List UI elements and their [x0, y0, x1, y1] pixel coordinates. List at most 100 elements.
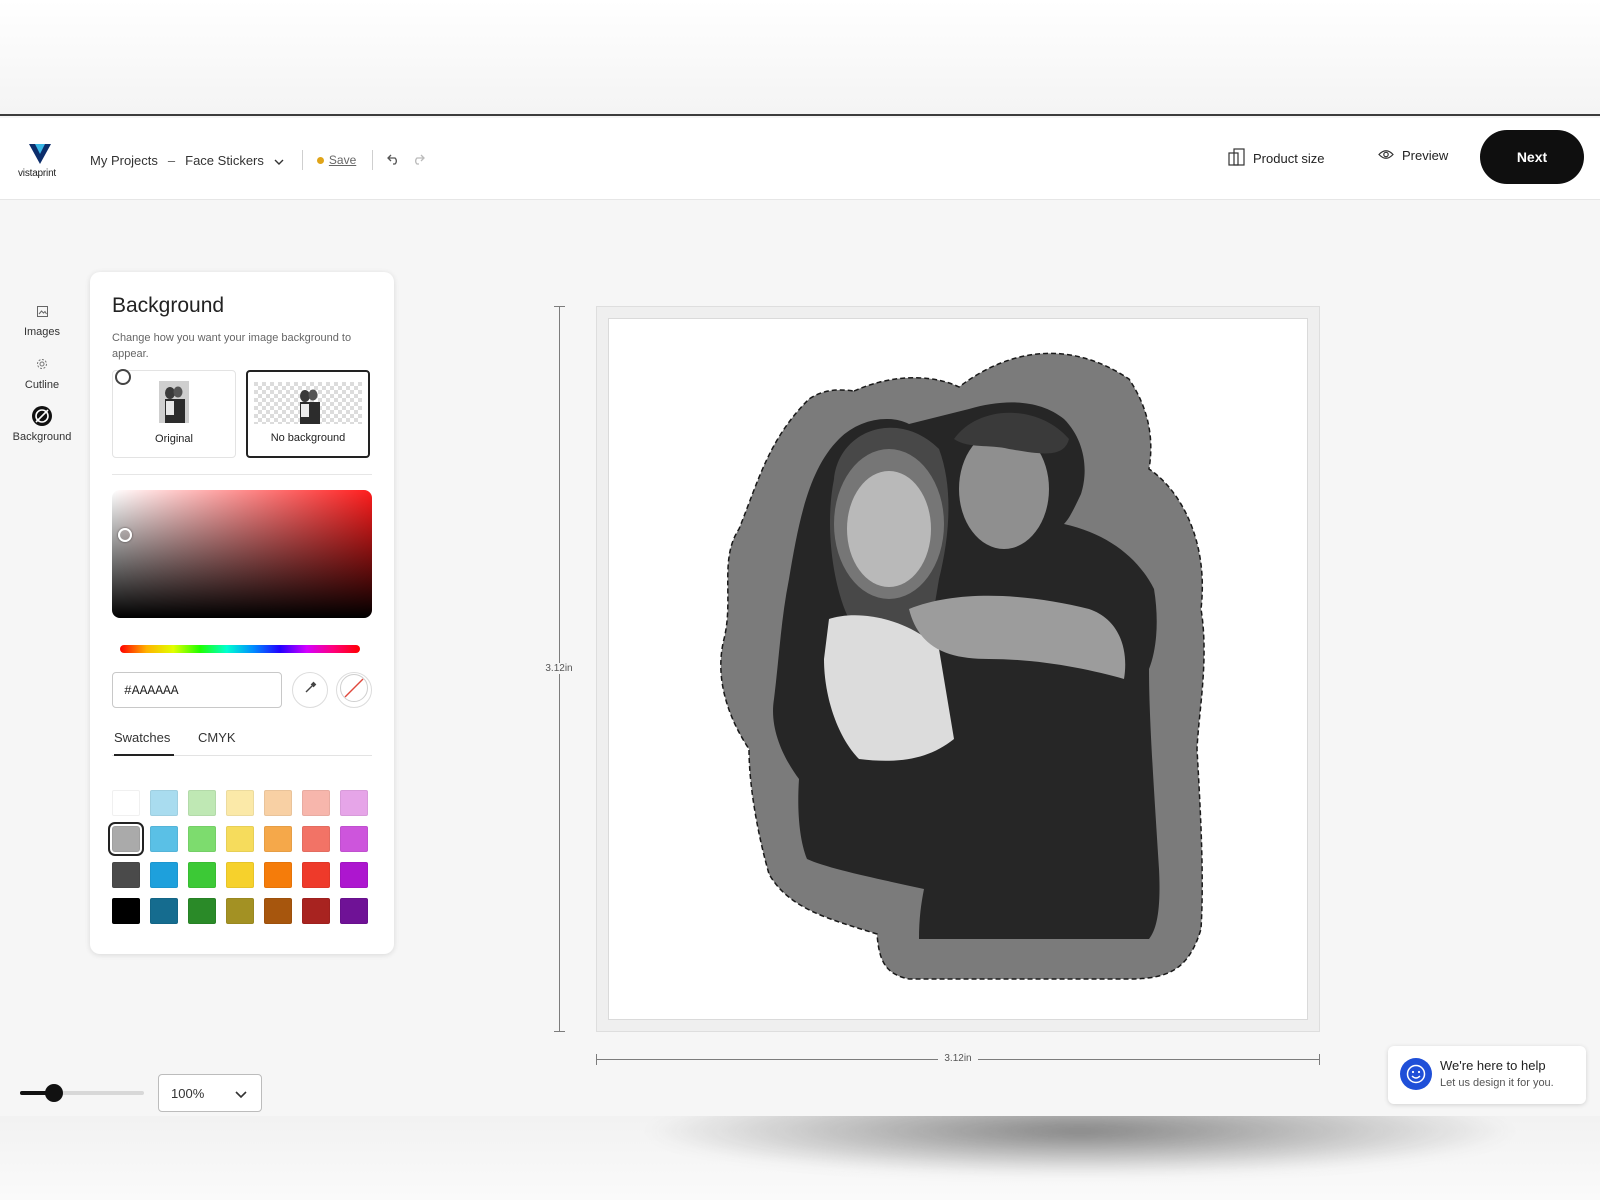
color-swatch[interactable]: [302, 826, 330, 852]
color-swatch[interactable]: [340, 862, 368, 888]
preview-label: Preview: [1402, 148, 1449, 163]
color-swatch[interactable]: [188, 898, 216, 924]
original-background-option[interactable]: Original: [112, 370, 236, 458]
hex-color-input[interactable]: [112, 672, 282, 708]
color-swatch[interactable]: [340, 790, 368, 816]
product-size-button[interactable]: Product size: [1228, 148, 1325, 169]
zoom-level-value: 100%: [171, 1085, 205, 1101]
no-background-option[interactable]: No background: [246, 370, 370, 458]
color-swatch[interactable]: [112, 790, 140, 816]
panel-divider: [112, 474, 372, 475]
no-color-button[interactable]: [336, 672, 372, 708]
breadcrumb-separator: –: [167, 152, 176, 168]
saturation-handle[interactable]: [118, 528, 132, 542]
rail-item-background[interactable]: Background: [6, 405, 78, 443]
color-swatch[interactable]: [150, 862, 178, 888]
color-swatch[interactable]: [264, 898, 292, 924]
background-icon: [6, 405, 78, 427]
color-swatch[interactable]: [108, 822, 144, 856]
no-background-option-label: No background: [270, 432, 346, 444]
sticker-image[interactable]: [609, 319, 1309, 1021]
image-icon: [6, 300, 78, 322]
tab-swatches[interactable]: Swatches: [114, 730, 174, 756]
dimension-cap: [554, 306, 565, 307]
no-background-thumbnail: [254, 382, 362, 424]
color-swatch[interactable]: [226, 790, 254, 816]
bottom-area: [0, 1116, 1600, 1200]
my-projects-link[interactable]: My Projects: [90, 153, 158, 168]
eyedropper-button[interactable]: [292, 672, 328, 708]
undo-icon[interactable]: [387, 152, 400, 168]
color-swatch[interactable]: [340, 898, 368, 924]
logo-text: vistaprint: [18, 168, 57, 179]
color-swatch[interactable]: [112, 862, 140, 888]
rail-item-label: Background: [12, 431, 72, 443]
width-dimension-label: 3.12in: [938, 1053, 978, 1064]
help-subtitle: Let us design it for you.: [1440, 1077, 1554, 1089]
color-swatch[interactable]: [302, 898, 330, 924]
top-header: vistaprint My Projects – Face Stickers S…: [0, 118, 1600, 200]
eyedropper-icon: [304, 681, 317, 699]
rail-item-cutline[interactable]: Cutline: [6, 353, 78, 391]
color-swatch[interactable]: [264, 862, 292, 888]
zoom-level-select[interactable]: 100%: [158, 1074, 262, 1112]
rail-item-label: Cutline: [24, 379, 60, 391]
header-divider: [301, 150, 303, 170]
unsaved-indicator: [316, 156, 324, 164]
zoom-slider-handle[interactable]: [45, 1084, 63, 1102]
color-swatch[interactable]: [302, 790, 330, 816]
cutline-icon: [6, 353, 78, 375]
color-mode-tabs: Swatches CMYK: [112, 730, 372, 756]
color-swatch[interactable]: [264, 826, 292, 852]
breadcrumb: My Projects – Face Stickers Save: [90, 150, 426, 170]
help-title: We're here to help: [1440, 1058, 1546, 1073]
color-swatch[interactable]: [264, 790, 292, 816]
help-widget[interactable]: We're here to help Let us design it for …: [1388, 1046, 1586, 1104]
original-option-label: Original: [155, 433, 193, 445]
next-button[interactable]: Next: [1480, 130, 1584, 184]
eye-icon: [1378, 148, 1394, 163]
color-swatch[interactable]: [302, 862, 330, 888]
product-size-label: Product size: [1253, 151, 1325, 166]
original-thumbnail: [159, 381, 189, 423]
rail-item-images[interactable]: Images: [6, 300, 78, 338]
shadow-decoration: [640, 1116, 1520, 1176]
hue-slider-handle[interactable]: [115, 369, 131, 385]
color-swatch[interactable]: [226, 826, 254, 852]
product-size-icon: [1228, 148, 1245, 169]
color-swatch[interactable]: [150, 826, 178, 852]
chevron-down-icon[interactable]: [274, 153, 284, 168]
rail-item-label: Images: [23, 326, 61, 338]
dimension-cap: [1319, 1054, 1320, 1065]
color-swatch[interactable]: [150, 898, 178, 924]
dimension-cap: [596, 1054, 597, 1065]
color-swatch[interactable]: [150, 790, 178, 816]
color-saturation-picker[interactable]: [112, 490, 372, 618]
redo-icon[interactable]: [412, 152, 426, 168]
header-divider: [372, 150, 374, 170]
swatch-grid: [108, 790, 368, 924]
vistaprint-logo[interactable]: vistaprint: [18, 144, 62, 184]
color-swatch[interactable]: [188, 862, 216, 888]
hue-slider[interactable]: [120, 645, 360, 653]
height-dimension-label: 3.12in: [542, 663, 576, 674]
color-swatch[interactable]: [226, 862, 254, 888]
color-swatch[interactable]: [226, 898, 254, 924]
chevron-down-icon: [235, 1087, 247, 1102]
color-swatch[interactable]: [188, 790, 216, 816]
dimension-cap: [554, 1031, 565, 1032]
smiley-icon: [1400, 1058, 1432, 1090]
browser-top-area: [0, 0, 1600, 116]
design-canvas[interactable]: [608, 318, 1308, 1020]
panel-title: Background: [112, 294, 225, 317]
project-name[interactable]: Face Stickers: [185, 153, 264, 168]
color-swatch[interactable]: [188, 826, 216, 852]
panel-description: Change how you want your image backgroun…: [112, 332, 352, 360]
save-button[interactable]: Save: [329, 153, 356, 167]
no-color-icon: [339, 673, 369, 708]
color-swatch[interactable]: [112, 898, 140, 924]
logo-mark-icon: [29, 144, 51, 164]
tab-cmyk[interactable]: CMYK: [198, 730, 236, 756]
color-swatch[interactable]: [340, 826, 368, 852]
preview-button[interactable]: Preview: [1378, 148, 1448, 163]
